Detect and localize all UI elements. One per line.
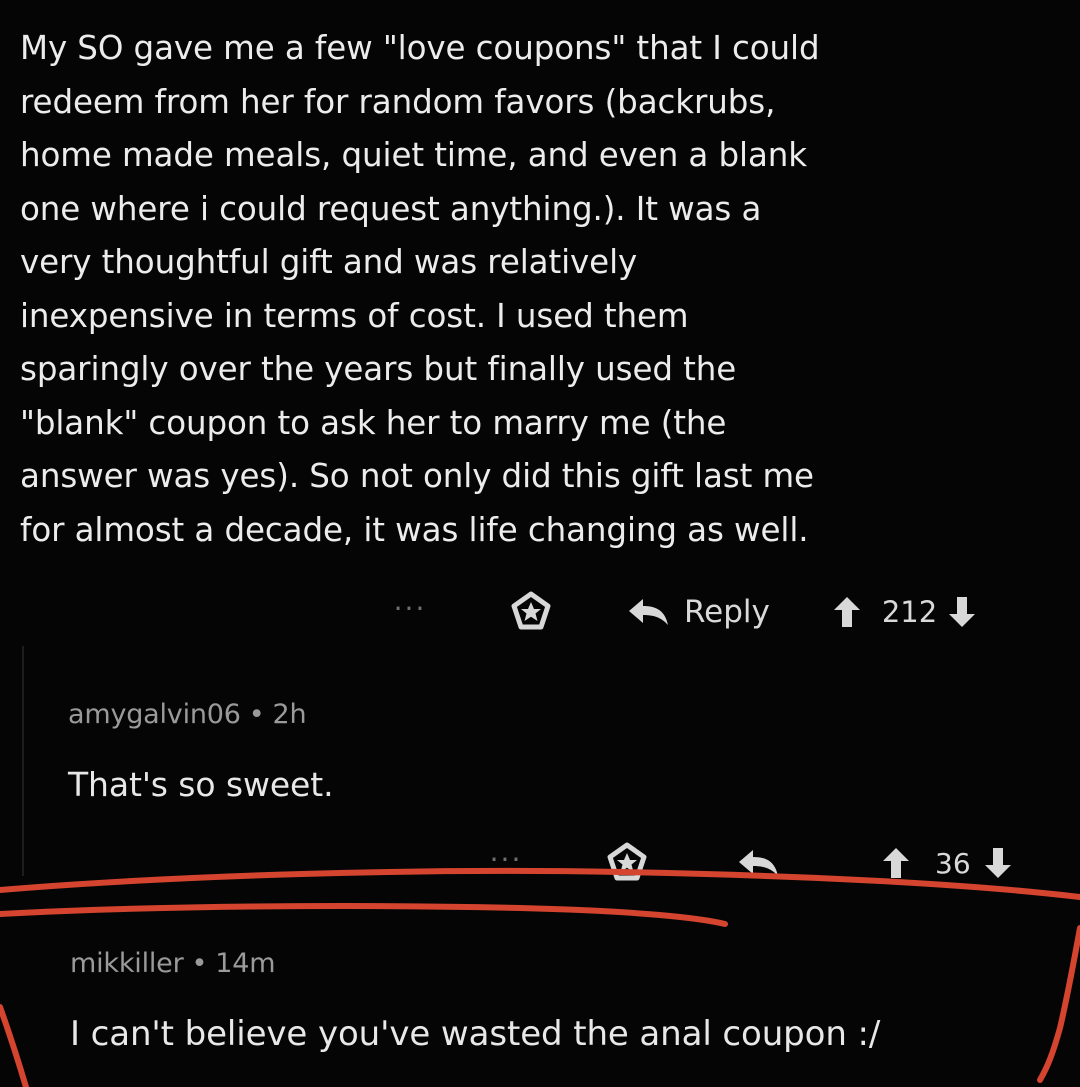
reply-body: I can't believe you've wasted the anal c…: [70, 1014, 881, 1054]
main-comment-action-bar: ··· Reply 212: [390, 591, 1055, 633]
vote-controls: 36: [881, 846, 1013, 880]
downvote-arrow-icon[interactable]: [983, 846, 1013, 880]
more-options-button[interactable]: ···: [390, 592, 430, 625]
timestamp: 2h: [272, 699, 307, 730]
reply-icon: [626, 595, 672, 629]
username-link[interactable]: mikkiller: [70, 948, 184, 979]
username-link[interactable]: amygalvin06: [68, 699, 241, 730]
thread-line: [22, 646, 24, 876]
reply-meta: mikkiller • 14m: [70, 948, 275, 979]
reply-action-bar: ··· 36: [486, 842, 1046, 884]
reply-label: Reply: [684, 594, 770, 630]
downvote-arrow-icon[interactable]: [947, 595, 977, 629]
main-comment-body: My SO gave me a few "love coupons" that …: [20, 29, 820, 549]
award-icon[interactable]: [606, 842, 648, 884]
meta-separator: •: [191, 948, 208, 979]
meta-separator: •: [248, 699, 265, 730]
upvote-arrow-icon[interactable]: [881, 846, 911, 880]
vote-controls: 212: [832, 595, 977, 629]
reply-icon: [736, 846, 782, 880]
reply-body: That's so sweet.: [68, 765, 334, 804]
award-icon[interactable]: [510, 591, 552, 633]
reply-button[interactable]: [736, 846, 794, 880]
score: 36: [935, 846, 971, 880]
screenshot-frame: My SO gave me a few "love coupons" that …: [0, 0, 1080, 1087]
score: 212: [881, 595, 938, 629]
reply-meta: amygalvin06 • 2h: [68, 699, 307, 730]
more-options-button[interactable]: ···: [486, 843, 526, 876]
reply-button[interactable]: Reply: [626, 594, 770, 630]
upvote-arrow-icon[interactable]: [832, 595, 862, 629]
timestamp: 14m: [215, 948, 276, 979]
